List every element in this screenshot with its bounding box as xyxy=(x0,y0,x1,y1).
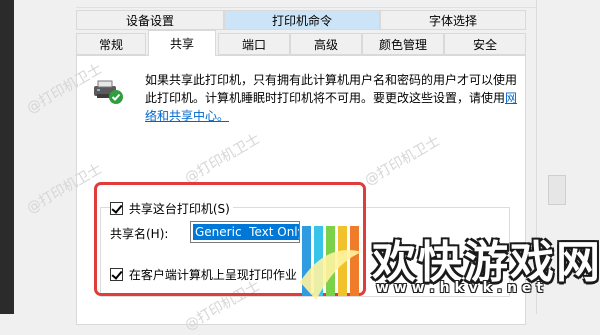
tab-ports[interactable]: 端口 xyxy=(218,33,290,55)
sharing-info-text: 如果共享此打印机，只有拥有此计算机用户名和密码的用户才可以使用此打印机。计算机睡… xyxy=(145,71,520,125)
share-checkbox-label: 共享这台打印机(S) xyxy=(128,202,230,216)
printer-share-icon xyxy=(92,78,126,106)
info-text: 如果共享此打印机，只有拥有此计算机用户名和密码的用户才可以使用此打印机。计算机睡… xyxy=(145,73,518,105)
tab-security[interactable]: 安全 xyxy=(444,33,526,55)
share-name-input[interactable]: Generic Text Only xyxy=(190,221,300,243)
render-checkbox-box[interactable] xyxy=(110,268,123,281)
tab-device-settings[interactable]: 设备设置 xyxy=(76,10,224,30)
tab-color-management[interactable]: 颜色管理 xyxy=(362,33,444,55)
share-checkbox-box[interactable] xyxy=(110,202,123,215)
tab-sharing[interactable]: 共享 xyxy=(148,30,216,56)
tab-font-selection[interactable]: 字体选择 xyxy=(380,10,526,30)
title-bar-edge xyxy=(76,0,536,8)
scrollbar-thumb[interactable] xyxy=(548,175,566,205)
share-name-value: Generic Text Only xyxy=(193,224,299,240)
window-frame-left xyxy=(14,0,76,314)
tab-printer-commands[interactable]: 打印机命令 xyxy=(224,10,380,30)
share-printer-checkbox[interactable]: 共享这台打印机(S) xyxy=(110,200,233,217)
render-jobs-checkbox[interactable]: 在客户端计算机上呈现打印作业 xyxy=(110,266,297,283)
tab-general[interactable]: 常规 xyxy=(76,33,146,55)
site-logo-icon xyxy=(296,222,366,304)
tab-advanced[interactable]: 高级 xyxy=(290,33,362,55)
share-name-label: 共享名(H): xyxy=(110,227,169,241)
site-url-text: w w w . h k v k . n e t xyxy=(376,280,543,296)
window-edge-left xyxy=(0,0,14,314)
render-checkbox-label: 在客户端计算机上呈现打印作业 xyxy=(128,268,297,282)
